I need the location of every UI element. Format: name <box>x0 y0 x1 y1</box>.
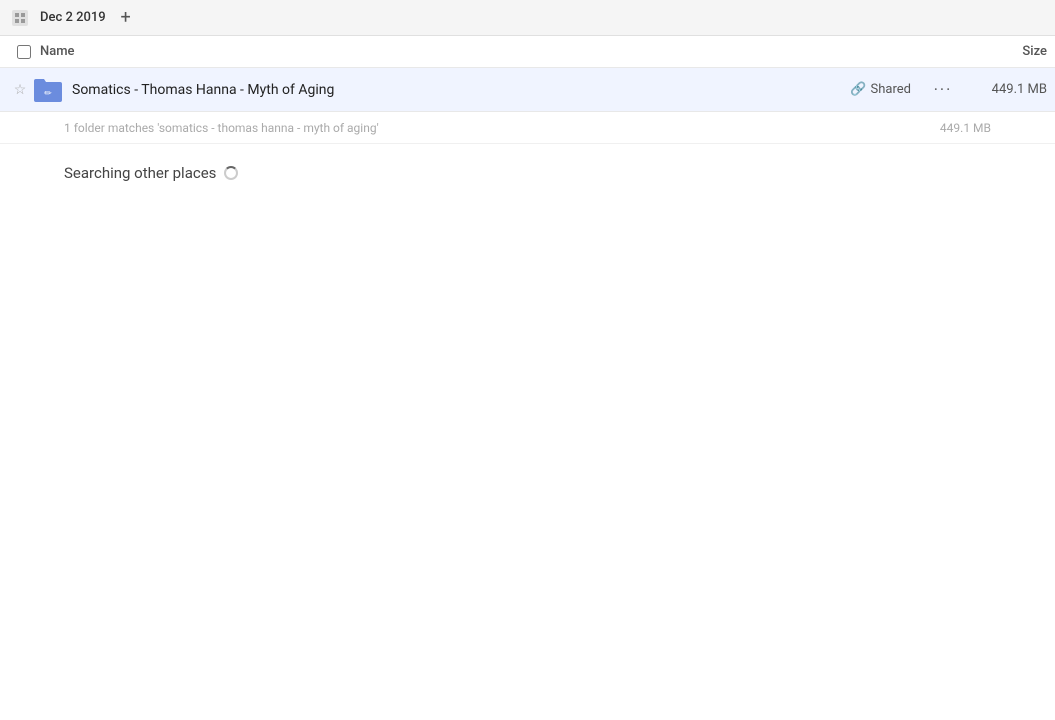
breadcrumb-date: Dec 2 2019 <box>40 10 106 25</box>
more-actions-button[interactable]: ··· <box>927 74 959 106</box>
home-button[interactable] <box>8 6 32 30</box>
file-name: Somatics - Thomas Hanna - Myth of Aging <box>72 82 850 98</box>
folder-icon: ✏ <box>32 74 64 106</box>
link-icon: 🔗 <box>850 82 866 97</box>
add-button[interactable]: + <box>114 6 138 30</box>
name-column-header: Name <box>40 44 947 59</box>
file-size: 449.1 MB <box>967 82 1047 97</box>
summary-size: 449.1 MB <box>911 121 991 135</box>
star-icon[interactable]: ☆ <box>8 78 32 102</box>
searching-section: Searching other places <box>0 144 1055 202</box>
shared-label: Shared <box>871 82 911 97</box>
file-row[interactable]: ☆ ✏ Somatics - Thomas Hanna - Myth of Ag… <box>0 68 1055 112</box>
size-column-header: Size <box>947 44 1047 59</box>
column-headers: Name Size <box>0 36 1055 68</box>
select-all-checkbox[interactable] <box>8 45 40 59</box>
summary-text: 1 folder matches 'somatics - thomas hann… <box>64 121 911 135</box>
summary-row: 1 folder matches 'somatics - thomas hann… <box>0 112 1055 144</box>
top-bar: Dec 2 2019 + <box>0 0 1055 36</box>
loading-spinner <box>224 166 238 180</box>
select-all-input[interactable] <box>17 45 31 59</box>
shared-badge: 🔗 Shared <box>850 82 911 97</box>
svg-text:✏: ✏ <box>44 88 52 98</box>
searching-label: Searching other places <box>64 164 216 182</box>
